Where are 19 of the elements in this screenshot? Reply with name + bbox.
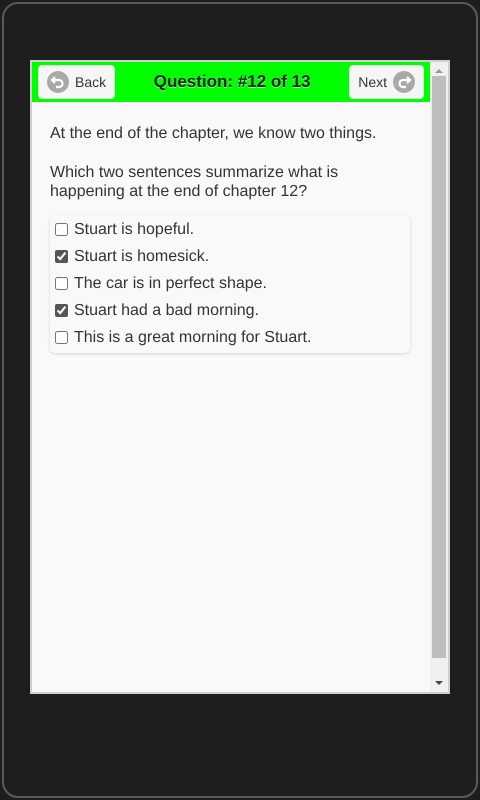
question-title: Question: #12 of 13 <box>154 72 311 92</box>
option-checkbox[interactable] <box>55 250 68 263</box>
scroll-down-icon[interactable] <box>435 680 443 686</box>
next-button[interactable]: Next <box>349 65 424 99</box>
option-label[interactable]: This is a great morning for Stuart. <box>74 328 312 346</box>
question-text: Which two sentences summarize what is happening at the end of chapter 12? <box>50 163 340 201</box>
option-checkbox[interactable] <box>55 277 68 290</box>
scrollbar[interactable] <box>430 62 448 692</box>
option-label[interactable]: Stuart is hopeful. <box>74 220 194 238</box>
question-text: At the end of the chapter, we know two things. <box>50 124 378 143</box>
scroll-up-icon[interactable] <box>435 68 443 74</box>
option-checkbox[interactable] <box>55 223 68 236</box>
option-checkbox[interactable] <box>55 304 68 317</box>
option-checkbox[interactable] <box>55 331 68 344</box>
option-label[interactable]: Stuart had a bad morning. <box>74 302 260 320</box>
scroll-thumb[interactable] <box>432 76 446 658</box>
back-button[interactable]: Back <box>38 65 116 99</box>
option-label[interactable]: Stuart is homesick. <box>74 248 210 266</box>
option-label[interactable]: The car is in perfect shape. <box>74 274 267 292</box>
